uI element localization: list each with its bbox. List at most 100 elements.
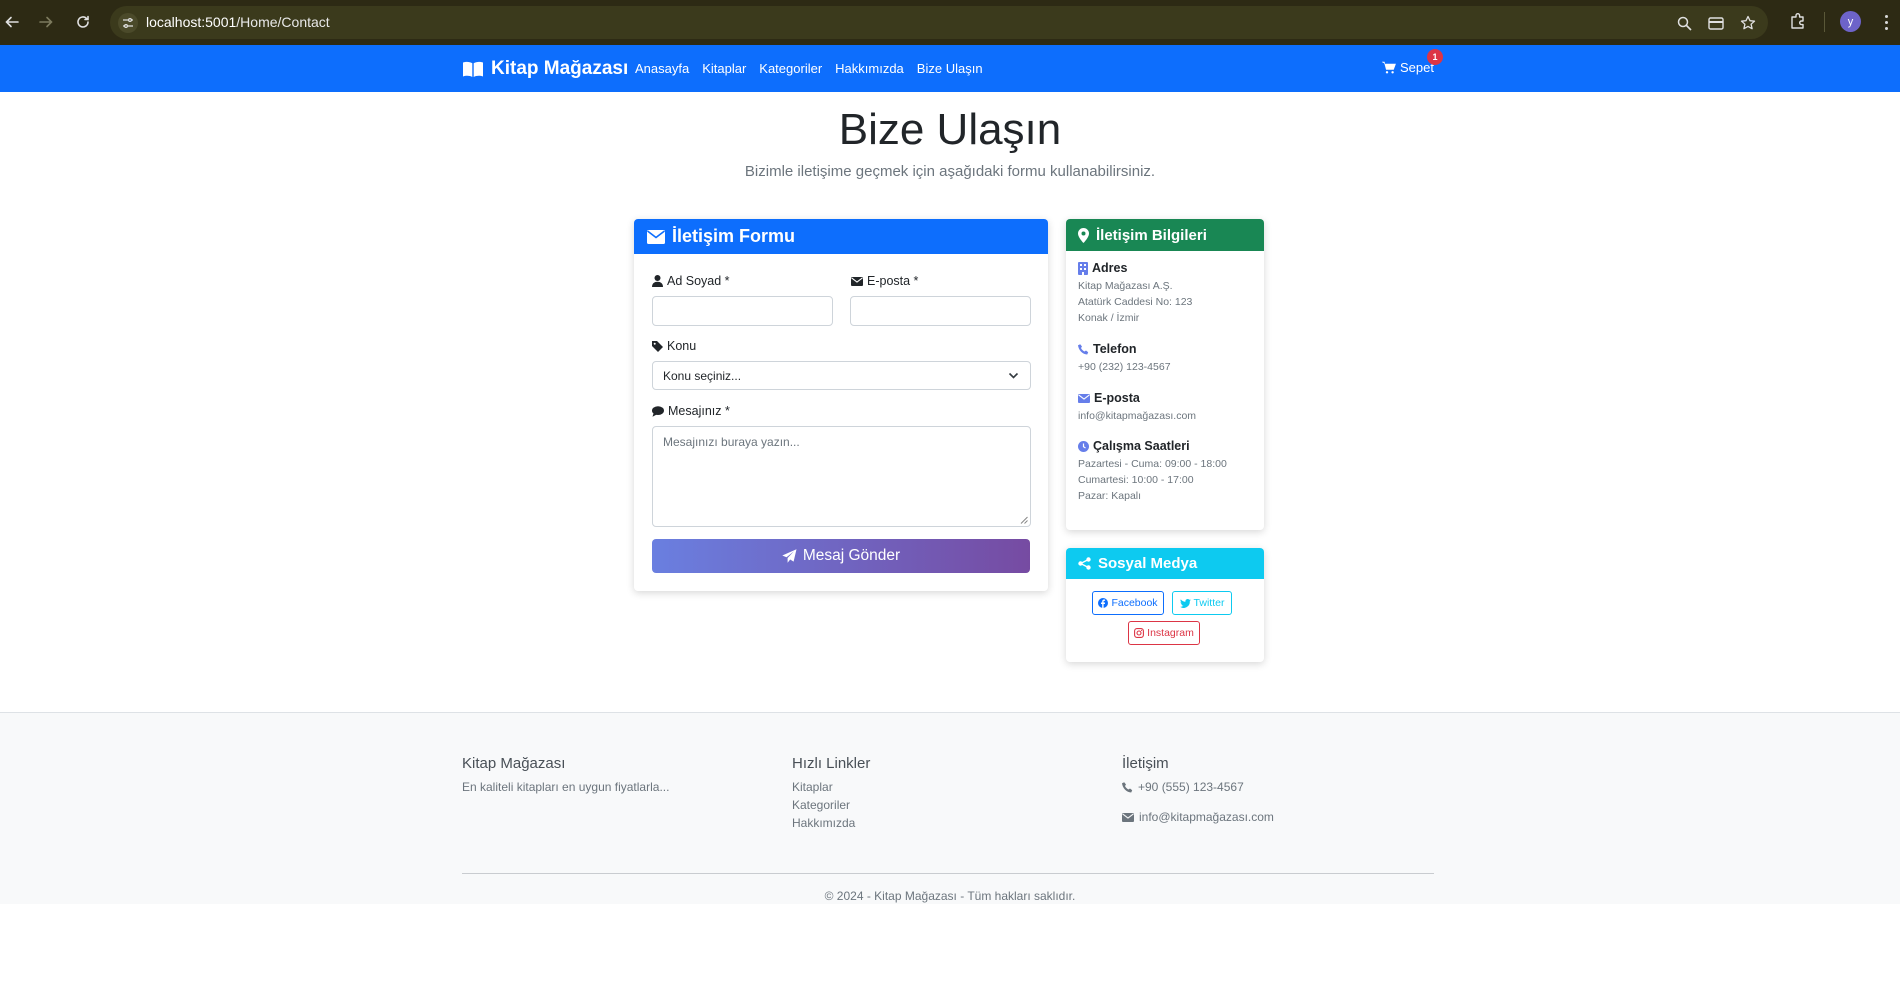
back-icon[interactable]	[0, 10, 24, 34]
social-media-title: Sosyal Medya	[1098, 555, 1198, 572]
contact-form-header: İletişim Formu	[634, 219, 1048, 254]
footer-about-text: En kaliteli kitapları en uygun fiyatlarl…	[462, 780, 670, 794]
menu-icon[interactable]	[1876, 12, 1896, 32]
toolbar-separator	[1824, 12, 1825, 32]
instagram-button[interactable]: Instagram	[1128, 621, 1200, 645]
contact-info-title: İletişim Bilgileri	[1096, 226, 1207, 244]
brand-name: Kitap Mağazası	[491, 58, 629, 79]
phone-block: Telefon +90 (232) 123-4567	[1078, 342, 1171, 375]
forward-icon[interactable]	[34, 10, 58, 34]
hours-line: Cumartesi: 10:00 - 17:00	[1078, 474, 1194, 486]
zoom-icon[interactable]	[1675, 14, 1693, 32]
map-marker-icon	[1078, 227, 1089, 243]
paper-plane-icon	[782, 549, 797, 563]
hours-line: Pazar: Kapalı	[1078, 490, 1142, 502]
phone-title: Telefon	[1078, 342, 1171, 356]
cart-count-badge: 1	[1427, 49, 1443, 65]
email-input[interactable]	[850, 296, 1031, 326]
hours-title: Çalışma Saatleri	[1078, 439, 1227, 453]
facebook-icon	[1098, 598, 1109, 608]
address-block: Adres Kitap Mağazası A.Ş. Atatürk Caddes…	[1078, 261, 1192, 326]
building-icon	[1078, 261, 1088, 275]
nav-link-categories[interactable]: Kategoriler	[759, 61, 822, 76]
subject-selected-value: Konu seçiniz...	[663, 369, 742, 383]
facebook-button[interactable]: Facebook	[1092, 591, 1164, 615]
nav-link-contact[interactable]: Bize Ulaşın	[917, 61, 983, 76]
subject-label: Konu	[652, 339, 696, 353]
envelope-icon	[1078, 393, 1090, 403]
name-input[interactable]	[652, 296, 833, 326]
tag-icon	[652, 340, 663, 352]
phone-value: +90 (232) 123-4567	[1078, 361, 1171, 373]
footer-about-title: Kitap Mağazası	[462, 755, 566, 772]
twitter-button[interactable]: Twitter	[1172, 591, 1232, 615]
footer-link-books[interactable]: Kitaplar	[792, 780, 833, 794]
hours-block: Çalışma Saatleri Pazartesi - Cuma: 09:00…	[1078, 439, 1227, 504]
social-media-card: Sosyal Medya Facebook Twitter Instagram	[1066, 548, 1264, 662]
cart-link[interactable]: Sepet	[1382, 60, 1434, 75]
address-bar[interactable]: localhost:5001/Home/Contact	[110, 6, 1768, 39]
footer-phone: +90 (555) 123-4567	[1122, 780, 1244, 794]
message-label: Mesajınız *	[652, 404, 730, 418]
phone-icon	[1122, 781, 1133, 792]
envelope-icon	[851, 276, 863, 286]
phone-icon	[1078, 343, 1089, 354]
chevron-down-icon	[1008, 372, 1019, 379]
card-icon[interactable]	[1707, 14, 1725, 32]
page-lead: Bizimle iletişime geçmek için aşağıdaki …	[744, 163, 1156, 180]
instagram-icon	[1134, 628, 1145, 638]
envelope-icon	[647, 229, 665, 244]
address-line: Atatürk Caddesi No: 123	[1078, 296, 1193, 308]
contact-form-card: İletişim Formu Ad Soyad * E-posta * Konu…	[634, 219, 1048, 591]
address-title: Adres	[1078, 261, 1192, 275]
email-block: E-posta info@kitapmağazası.com	[1078, 391, 1196, 424]
email-title: E-posta	[1078, 391, 1196, 405]
contact-form-title: İletişim Formu	[672, 226, 796, 246]
send-message-label: Mesaj Gönder	[802, 547, 901, 564]
extensions-icon[interactable]	[1788, 11, 1808, 31]
resize-handle-icon[interactable]	[1020, 516, 1028, 524]
contact-info-card: İletişim Bilgileri Adres Kitap Mağazası …	[1066, 219, 1264, 530]
nav-link-about[interactable]: Hakkımızda	[835, 61, 904, 76]
profile-avatar[interactable]: y	[1840, 11, 1861, 32]
brand-link[interactable]: Kitap Mağazası	[462, 58, 628, 80]
email-value: info@kitapmağazası.com	[1078, 410, 1197, 422]
comment-icon	[652, 405, 664, 417]
browser-toolbar: localhost:5001/Home/Contact y	[0, 0, 1900, 45]
subject-select[interactable]: Konu seçiniz...	[652, 361, 1031, 390]
page-title: Bize Ulaşın	[838, 105, 1062, 154]
nav-links: Anasayfa Kitaplar Kategoriler Hakkımızda…	[635, 61, 983, 76]
footer-email: info@kitapmağazası.com	[1122, 810, 1274, 824]
nav-link-books[interactable]: Kitaplar	[702, 61, 746, 76]
hours-line: Pazartesi - Cuma: 09:00 - 18:00	[1078, 458, 1227, 470]
address-line: Kitap Mağazası A.Ş.	[1078, 280, 1173, 292]
name-label: Ad Soyad *	[652, 274, 730, 288]
clock-icon	[1078, 440, 1089, 452]
cart-icon	[1382, 61, 1396, 74]
social-media-header: Sosyal Medya	[1066, 548, 1264, 579]
book-open-icon	[463, 61, 483, 77]
send-message-button[interactable]: Mesaj Gönder	[652, 539, 1030, 573]
footer-contact-title: İletişim	[1122, 755, 1169, 772]
site-footer: Kitap Mağazası En kaliteli kitapları en …	[0, 712, 1900, 904]
footer-divider	[462, 873, 1434, 874]
message-placeholder: Mesajınızı buraya yazın...	[663, 435, 800, 449]
reload-icon[interactable]	[71, 10, 95, 34]
bookmark-star-icon[interactable]	[1739, 14, 1757, 32]
message-textarea[interactable]: Mesajınızı buraya yazın...	[652, 426, 1031, 527]
footer-link-categories[interactable]: Kategoriler	[792, 798, 850, 812]
twitter-icon	[1179, 598, 1191, 608]
user-icon	[652, 275, 663, 287]
address-line: Konak / İzmir	[1078, 312, 1140, 324]
envelope-icon	[1122, 812, 1134, 822]
footer-link-about[interactable]: Hakkımızda	[792, 816, 855, 830]
contact-info-header: İletişim Bilgileri	[1066, 219, 1264, 251]
share-icon	[1078, 557, 1091, 570]
copyright-text: © 2024 - Kitap Mağazası - Tüm hakları sa…	[824, 889, 1076, 903]
nav-link-home[interactable]: Anasayfa	[635, 61, 689, 76]
email-label: E-posta *	[851, 274, 918, 288]
footer-links-title: Hızlı Linkler	[792, 755, 871, 772]
url-text: localhost:5001/Home/Contact	[146, 14, 330, 30]
site-navbar: Kitap Mağazası Anasayfa Kitaplar Kategor…	[0, 45, 1900, 92]
site-settings-icon[interactable]	[118, 13, 138, 33]
